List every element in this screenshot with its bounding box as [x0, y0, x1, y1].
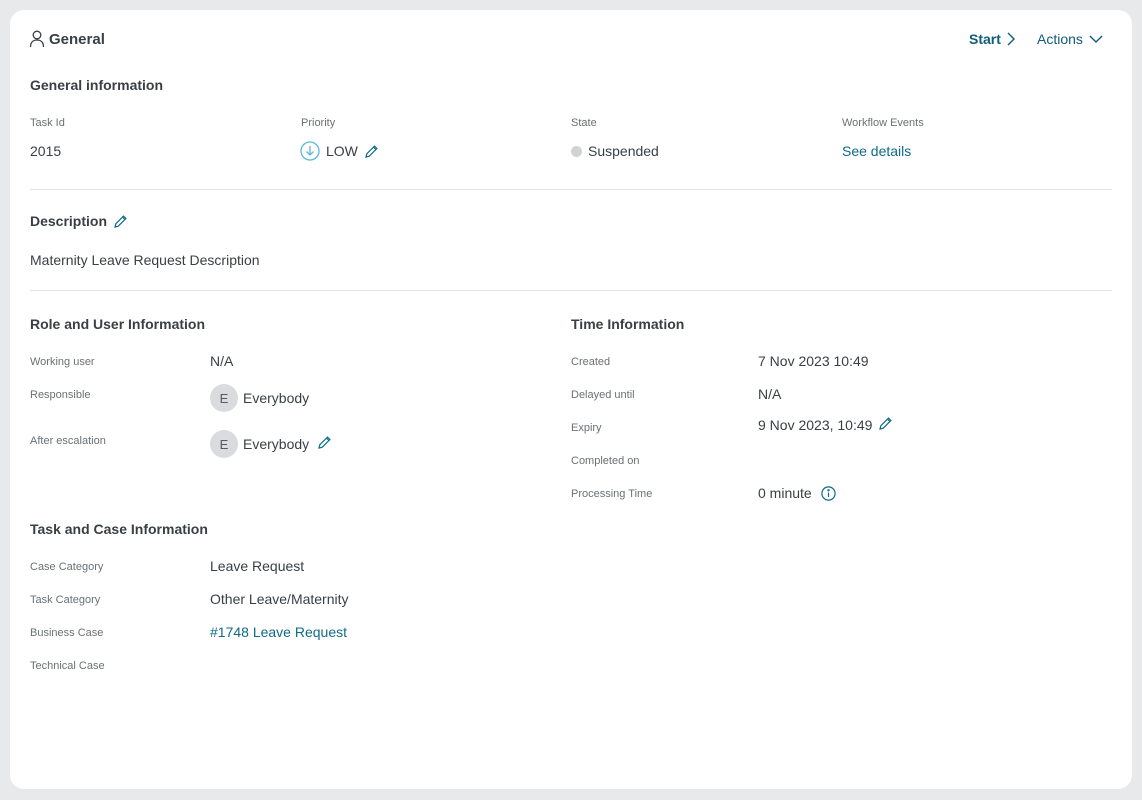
- task-id-label: Task Id: [30, 117, 65, 129]
- actions-label: Actions: [1037, 31, 1083, 47]
- business-case-label: Business Case: [30, 627, 104, 639]
- working-user-label: Working user: [30, 356, 95, 368]
- divider: [30, 189, 1112, 190]
- delayed-until-value: N/A: [758, 386, 782, 402]
- description-title: Description: [30, 213, 108, 229]
- edit-escalation-icon[interactable]: [317, 435, 332, 450]
- priority-value: LOW: [326, 143, 358, 159]
- task-id-value: 2015: [30, 143, 62, 159]
- role-info-title: Role and User Information: [30, 316, 206, 332]
- state-label: State: [571, 117, 597, 129]
- priority-label: Priority: [301, 117, 336, 129]
- expiry-field: 9 Nov 2023, 10:49: [758, 417, 893, 433]
- after-escalation-value: Everybody: [243, 436, 310, 452]
- case-category-label: Case Category: [30, 561, 104, 573]
- arrow-down-circle-icon: [300, 141, 320, 161]
- workflow-events-label: Workflow Events: [842, 117, 924, 129]
- general-card: General Start Actions General informatio…: [10, 10, 1132, 789]
- general-info-title: General information: [30, 77, 164, 93]
- created-label: Created: [571, 356, 611, 368]
- state-field: Suspended: [571, 143, 659, 159]
- responsible-value: Everybody: [243, 390, 310, 406]
- processing-time-field: 0 minute: [758, 485, 836, 501]
- task-category-label: Task Category: [30, 594, 101, 606]
- task-case-info-title: Task and Case Information: [30, 521, 208, 537]
- chevron-right-icon: [1007, 32, 1015, 46]
- start-button[interactable]: Start: [969, 31, 1015, 47]
- responsible-label: Responsible: [30, 389, 91, 401]
- edit-expiry-icon[interactable]: [878, 416, 893, 431]
- expiry-value: 9 Nov 2023, 10:49: [758, 417, 873, 433]
- processing-time-label: Processing Time: [571, 488, 653, 500]
- delayed-until-label: Delayed until: [571, 389, 635, 401]
- see-details-link[interactable]: See details: [842, 143, 911, 159]
- after-escalation-field: E Everybody: [210, 430, 332, 458]
- user-icon: [29, 30, 45, 48]
- responsible-field: E Everybody: [210, 384, 309, 412]
- priority-field: LOW: [300, 141, 379, 161]
- expiry-label: Expiry: [571, 422, 602, 434]
- avatar: E: [210, 384, 238, 412]
- actions-dropdown[interactable]: Actions: [1037, 31, 1103, 47]
- processing-time-value: 0 minute: [758, 485, 812, 501]
- working-user-value: N/A: [210, 353, 234, 369]
- avatar: E: [210, 430, 238, 458]
- task-category-value: Other Leave/Maternity: [210, 591, 349, 607]
- completed-on-label: Completed on: [571, 455, 640, 467]
- time-info-title: Time Information: [571, 316, 685, 332]
- case-category-value: Leave Request: [210, 558, 305, 574]
- edit-priority-icon[interactable]: [364, 144, 379, 159]
- technical-case-label: Technical Case: [30, 660, 105, 672]
- state-indicator: [571, 145, 582, 157]
- description-text: Maternity Leave Request Description: [30, 252, 260, 268]
- state-value: Suspended: [588, 143, 659, 159]
- edit-description-icon[interactable]: [113, 214, 128, 229]
- card-title: General: [49, 30, 105, 48]
- business-case-link[interactable]: #1748 Leave Request: [210, 624, 347, 640]
- card-header: General: [29, 30, 105, 48]
- start-label: Start: [969, 31, 1001, 47]
- divider: [30, 290, 1112, 291]
- info-icon[interactable]: [821, 485, 836, 501]
- after-escalation-label: After escalation: [30, 435, 106, 447]
- description-header: Description: [30, 213, 128, 229]
- created-value: 7 Nov 2023 10:49: [758, 353, 869, 369]
- chevron-down-icon: [1089, 35, 1103, 43]
